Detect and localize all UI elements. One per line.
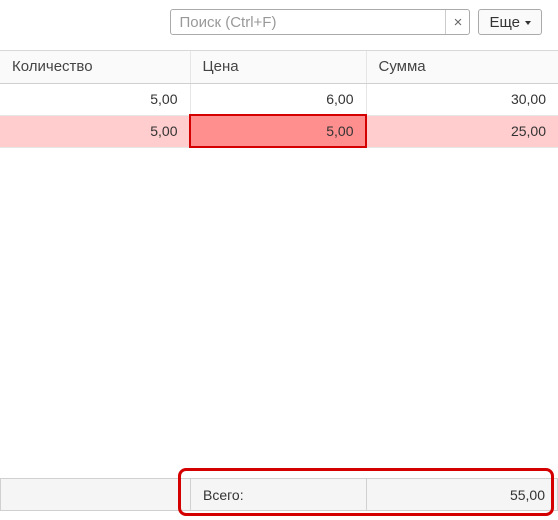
search-wrap: × <box>170 9 470 35</box>
cell-quantity[interactable]: 5,00 <box>0 83 190 115</box>
footer: Всего: 55,00 <box>0 440 558 520</box>
col-price[interactable]: Цена <box>190 51 366 83</box>
total-value: 55,00 <box>367 479 558 511</box>
table-header-row: Количество Цена Сумма <box>0 51 558 83</box>
more-button[interactable]: Еще <box>478 9 542 35</box>
total-label: Всего: <box>191 479 367 511</box>
cell-sum[interactable]: 30,00 <box>366 83 558 115</box>
more-button-label: Еще <box>489 14 520 31</box>
total-empty-cell <box>1 479 191 511</box>
cell-quantity[interactable]: 5,00 <box>0 115 190 147</box>
search-input[interactable] <box>170 9 470 35</box>
total-row: Всего: 55,00 <box>1 479 558 511</box>
toolbar: × Еще <box>0 0 558 44</box>
clear-icon[interactable]: × <box>445 10 469 34</box>
table-row[interactable]: 5,00 5,00 25,00 <box>0 115 558 147</box>
cell-price[interactable]: 6,00 <box>190 83 366 115</box>
cell-sum[interactable]: 25,00 <box>366 115 558 147</box>
data-grid[interactable]: Количество Цена Сумма 5,00 6,00 30,00 5,… <box>0 50 558 440</box>
table-row[interactable]: 5,00 6,00 30,00 <box>0 83 558 115</box>
cell-price-error[interactable]: 5,00 <box>190 115 366 147</box>
chevron-down-icon <box>525 21 531 25</box>
col-sum[interactable]: Сумма <box>366 51 558 83</box>
col-quantity[interactable]: Количество <box>0 51 190 83</box>
